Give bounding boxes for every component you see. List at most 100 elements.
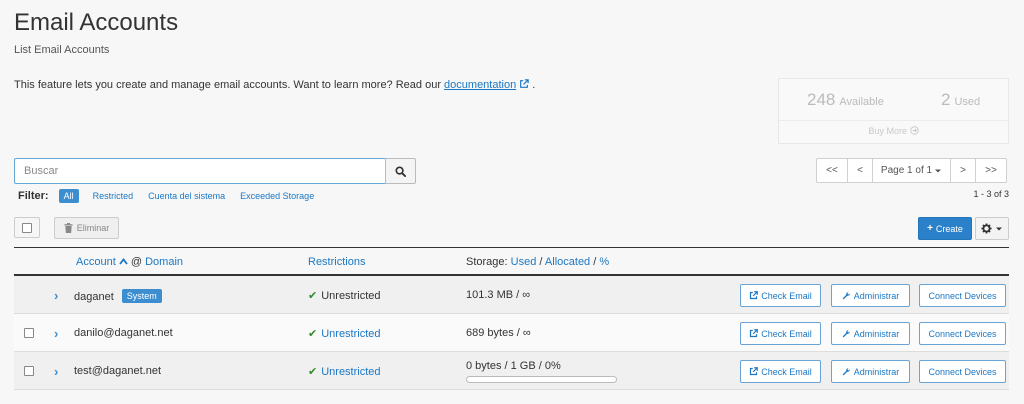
- filter-exceeded-storage[interactable]: Exceeded Storage: [240, 191, 314, 201]
- plus-icon: +: [927, 223, 933, 234]
- storage-progress-bar: [466, 376, 617, 383]
- filter-restricted[interactable]: Restricted: [93, 191, 134, 201]
- system-badge: System: [121, 289, 162, 303]
- account-address: test@daganet.net: [74, 365, 162, 377]
- row-checkbox[interactable]: [24, 328, 34, 338]
- check-email-button[interactable]: Check Email: [740, 360, 821, 383]
- buy-more-link[interactable]: Buy More: [779, 126, 1008, 136]
- wrench-icon: [842, 368, 850, 376]
- filter-label: Filter:: [18, 190, 49, 202]
- sort-by-restrictions[interactable]: Restrictions: [308, 256, 365, 268]
- used-stat: 2 Used: [941, 90, 980, 110]
- account-name: test@daganet.net: [74, 365, 161, 377]
- intro-text: This feature lets you create and manage …: [14, 79, 535, 91]
- storage-usage: 0 bytes / 1 GB / 0%: [466, 360, 617, 383]
- sort-by-account[interactable]: Account: [76, 256, 116, 268]
- header-restrictions[interactable]: Restrictions: [308, 256, 365, 268]
- header-separator: /: [539, 256, 543, 268]
- wrench-icon: [842, 330, 850, 338]
- next-page-button[interactable]: >: [950, 158, 976, 183]
- first-page-button[interactable]: <<: [816, 158, 848, 183]
- check-icon: ✔: [308, 366, 318, 378]
- expand-row-chevron-icon[interactable]: ›: [54, 326, 58, 341]
- restriction-label[interactable]: Unrestricted: [321, 366, 380, 378]
- email-accounts-table: Account @ Domain Restrictions Storage: U…: [14, 247, 1009, 390]
- page-subtitle: List Email Accounts: [14, 44, 110, 56]
- create-button[interactable]: + Create: [918, 217, 972, 240]
- used-count: 2: [941, 90, 951, 109]
- table-row: › danilo@daganet.net ✔ Unrestricted 689 b…: [14, 314, 1009, 352]
- header-separator: /: [593, 256, 597, 268]
- sort-by-percent[interactable]: %: [599, 256, 609, 268]
- check-email-button[interactable]: Check Email: [740, 284, 821, 307]
- prev-page-button[interactable]: <: [847, 158, 873, 183]
- sort-ascending-icon[interactable]: [119, 258, 128, 265]
- account-name: daganet System: [74, 289, 162, 303]
- available-count: 248: [807, 90, 836, 109]
- settings-dropdown-button[interactable]: [975, 217, 1009, 240]
- check-email-button[interactable]: Check Email: [740, 322, 821, 345]
- available-stat: 248 Available: [807, 90, 884, 110]
- stats-counts: 248 Available 2 Used: [779, 79, 1008, 121]
- table-row: › daganet System ✔ Unrestricted 101.3 MB /…: [14, 276, 1009, 314]
- manage-button[interactable]: Administrar: [831, 360, 910, 383]
- check-email-label: Check Email: [761, 290, 812, 301]
- expand-row-chevron-icon[interactable]: ›: [54, 288, 58, 303]
- buy-more-label: Buy More: [868, 126, 907, 136]
- filter-all[interactable]: All: [58, 189, 79, 203]
- last-page-button[interactable]: >>: [975, 158, 1007, 183]
- external-link-icon: [750, 329, 759, 338]
- row-checkbox[interactable]: [24, 366, 34, 376]
- connect-devices-button[interactable]: Connect Devices: [919, 322, 1006, 345]
- connect-devices-label: Connect Devices: [928, 290, 997, 301]
- manage-button[interactable]: Administrar: [831, 322, 910, 345]
- table-header: Account @ Domain Restrictions Storage: U…: [14, 247, 1009, 276]
- gear-icon: [981, 223, 992, 234]
- select-all-checkbox[interactable]: [14, 217, 40, 238]
- external-link-icon[interactable]: [519, 79, 529, 89]
- caret-down-icon: [935, 169, 942, 172]
- sort-by-domain[interactable]: Domain: [145, 256, 183, 268]
- delete-button-label: Eliminar: [76, 223, 110, 233]
- page-title: Email Accounts: [14, 9, 179, 36]
- connect-devices-label: Connect Devices: [928, 328, 997, 339]
- filter-bar: Filter: All Restricted Cuenta del sistem…: [18, 189, 329, 203]
- manage-label: Administrar: [853, 328, 900, 339]
- account-stats-panel: 248 Available 2 Used Buy More: [778, 78, 1009, 144]
- check-icon: ✔: [308, 290, 318, 302]
- restriction-status: ✔ Unrestricted: [308, 289, 381, 302]
- connect-devices-label: Connect Devices: [928, 366, 997, 377]
- filter-system-account[interactable]: Cuenta del sistema: [148, 191, 225, 201]
- storage-text: 689 bytes / ∞: [466, 327, 531, 339]
- connect-devices-button[interactable]: Connect Devices: [919, 360, 1006, 383]
- used-label: Used: [954, 96, 981, 108]
- circle-arrow-right-icon: [909, 126, 919, 135]
- manage-button[interactable]: Administrar: [831, 284, 910, 307]
- search-button[interactable]: [385, 158, 416, 184]
- check-email-label: Check Email: [761, 328, 812, 339]
- check-icon: ✔: [308, 328, 318, 340]
- table-row: › test@daganet.net ✔ Unrestricted 0 bytes…: [14, 352, 1009, 390]
- header-storage: Storage: Used / Allocated / %: [466, 256, 609, 268]
- result-count: 1 - 3 of 3: [973, 189, 1009, 199]
- select-all-checkbox-box: [22, 222, 32, 233]
- intro-text-end: .: [532, 79, 536, 91]
- at-symbol: @: [130, 256, 143, 268]
- manage-label: Administrar: [853, 366, 900, 377]
- expand-row-chevron-icon[interactable]: ›: [54, 364, 58, 379]
- storage-header-label: Storage:: [466, 256, 508, 268]
- sort-by-allocated[interactable]: Allocated: [545, 256, 590, 268]
- documentation-link[interactable]: documentation: [444, 79, 516, 91]
- search-input[interactable]: [14, 158, 386, 184]
- restriction-label[interactable]: Unrestricted: [321, 328, 380, 340]
- restriction-status[interactable]: ✔ Unrestricted: [308, 327, 381, 340]
- intro-text-body: This feature lets you create and manage …: [14, 79, 445, 91]
- restriction-status[interactable]: ✔ Unrestricted: [308, 365, 381, 378]
- external-link-icon: [750, 291, 759, 300]
- available-label: Available: [839, 96, 884, 108]
- sort-by-used[interactable]: Used: [511, 256, 537, 268]
- delete-button[interactable]: Eliminar: [54, 217, 119, 239]
- wrench-icon: [842, 292, 850, 300]
- connect-devices-button[interactable]: Connect Devices: [919, 284, 1006, 307]
- page-select[interactable]: Page 1 of 1: [872, 158, 951, 183]
